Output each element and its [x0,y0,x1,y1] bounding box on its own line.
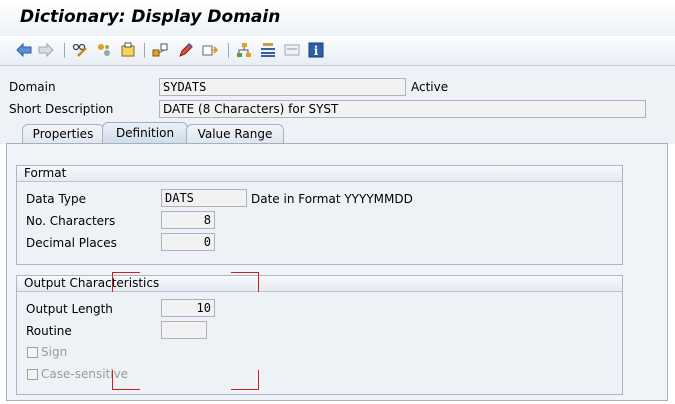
case-sensitive-checkbox[interactable] [27,369,38,380]
other-object-icon[interactable] [96,42,112,58]
data-type-label: Data Type [26,192,87,206]
short-description-field[interactable]: DATE (8 Characters) for SYST [159,100,646,118]
highlight-corner-top-right [231,272,259,292]
list-icon[interactable] [260,42,276,58]
display-change-icon[interactable] [72,42,88,58]
domain-header: Domain SYDATS Active Short Description D… [0,66,675,122]
tab-strip: Properties Definition Value Range [0,122,675,144]
application-toolbar: i [0,37,675,66]
routine-label: Routine [26,324,72,338]
domain-label: Domain [9,80,56,94]
edit-icon[interactable] [178,42,194,58]
no-characters-label: No. Characters [26,214,116,228]
format-group: Format Data Type DATS Date in Format YYY… [16,165,623,265]
short-description-label: Short Description [9,102,114,116]
data-type-description: Date in Format YYYYMMDD [251,192,413,206]
domain-field[interactable]: SYDATS [159,78,406,96]
routine-field[interactable] [161,321,207,339]
title-bar: Dictionary: Display Domain [0,0,675,36]
where-used-icon[interactable] [152,42,168,58]
window-title: Dictionary: Display Domain [20,7,281,27]
highlight-corner-top-left [112,272,140,292]
tab-value-range[interactable]: Value Range [186,124,284,144]
output-characteristics-group: Output Characteristics Output Length 10 … [16,275,623,395]
sign-checkbox[interactable] [27,347,38,358]
output-length-field[interactable]: 10 [161,299,215,317]
decimal-places-field[interactable]: 0 [161,233,215,251]
highlight-corner-bottom-left [112,370,140,390]
highlight-corner-bottom-right [231,370,259,390]
tab-definition[interactable]: Definition [102,122,188,144]
sign-label: Sign [41,345,68,359]
forward-arrow-icon[interactable] [38,42,54,58]
no-characters-field[interactable]: 8 [161,211,215,229]
activate-icon[interactable] [120,42,136,58]
check-icon[interactable] [202,42,218,58]
definition-panel: Format Data Type DATS Date in Format YYY… [6,143,668,401]
output-length-label: Output Length [26,302,113,316]
format-group-title: Format [17,166,622,182]
output-group-title: Output Characteristics [17,276,622,292]
tab-properties[interactable]: Properties [22,124,104,144]
status-text: Active [411,80,449,94]
frame-icon[interactable] [284,42,300,58]
back-arrow-icon[interactable] [16,42,32,58]
decimal-places-label: Decimal Places [26,236,117,250]
info-icon[interactable]: i [308,42,324,58]
hierarchy-icon[interactable] [236,42,252,58]
svg-text:i: i [314,44,319,58]
data-type-field[interactable]: DATS [161,189,247,207]
